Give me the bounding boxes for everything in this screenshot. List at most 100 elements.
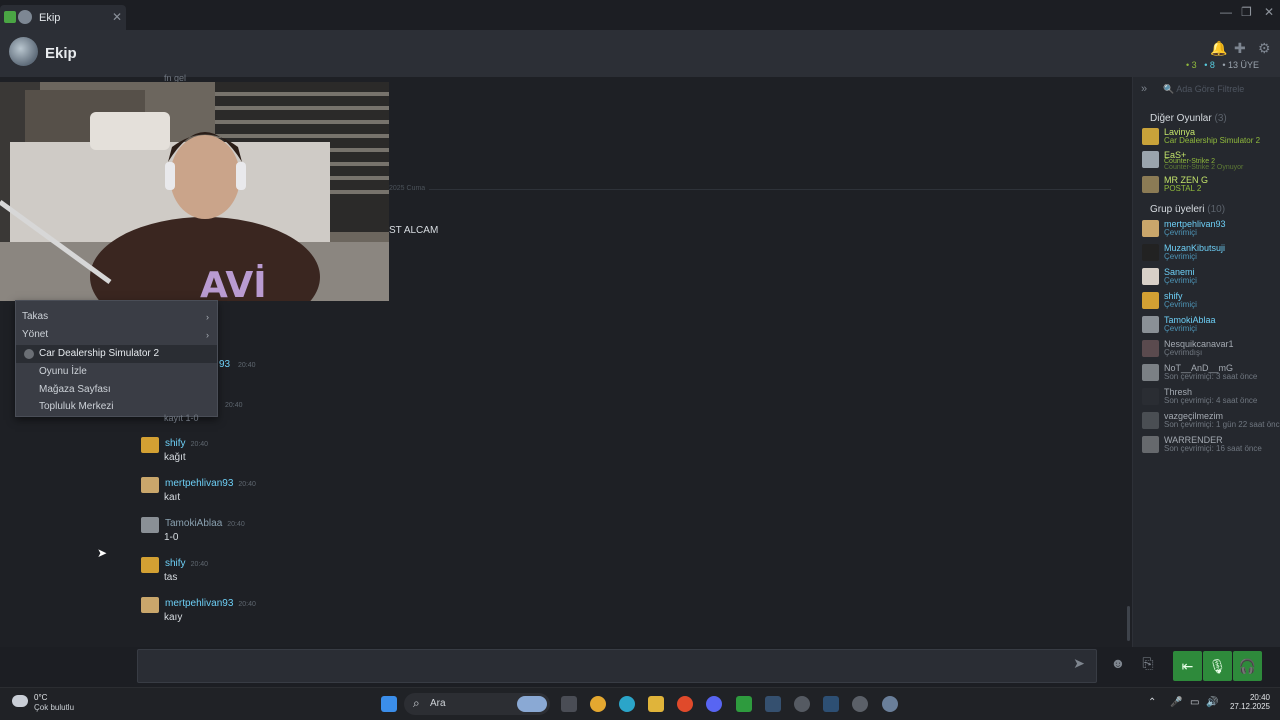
section-group-members[interactable]: Grup üyeleri (10) [1150, 204, 1225, 215]
member-item[interactable]: mertpehlivan93 Çevrimiçi [1140, 219, 1280, 241]
menu-item-game[interactable]: Car Dealership Simulator 2 [16, 345, 217, 363]
microphone-button[interactable]: 🎙 [1203, 651, 1232, 681]
message-input[interactable] [137, 649, 1097, 683]
avatar[interactable] [141, 437, 159, 453]
date-divider: 2025 Cuma [389, 185, 430, 192]
avatar[interactable] [141, 557, 159, 573]
avatar[interactable] [141, 517, 159, 533]
avatar [1142, 176, 1159, 193]
member-item[interactable]: NoT__AnD__mG Son çevrimiçi: 3 saat önce [1140, 363, 1280, 385]
member-item[interactable]: EaS+ Counter-Strike 2 Counter-Strike 2 O… [1140, 150, 1280, 172]
emoji-icon[interactable]: ☻ [1105, 655, 1131, 677]
avatar [1142, 436, 1159, 453]
avatar[interactable] [141, 597, 159, 613]
group-avatar[interactable] [9, 37, 38, 66]
avatar [1142, 292, 1159, 309]
message-author-partial[interactable]: 93 [219, 359, 230, 370]
message-text: kaıt [164, 492, 181, 503]
send-icon[interactable]: ➤ [1066, 655, 1092, 677]
member-item[interactable]: shify Çevrimiçi [1140, 291, 1280, 313]
avatar [1142, 220, 1159, 237]
member-item[interactable]: TamokiAblaa Çevrimiçi [1140, 315, 1280, 337]
opera-icon[interactable] [677, 696, 693, 712]
message-author[interactable]: shify 20:40 [165, 558, 208, 569]
add-friend-icon[interactable]: ✚ [1234, 40, 1246, 57]
group-name[interactable]: Ekip [45, 45, 77, 62]
member-item[interactable]: Nesquikcanavar1 Çevrimdışı [1140, 339, 1280, 361]
window-close-button[interactable]: ✕ [1264, 5, 1274, 19]
message-time: 20:40 [225, 402, 243, 409]
group-avatar-small [18, 10, 32, 24]
avatar [1142, 268, 1159, 285]
search-icon: ⌕ [413, 696, 420, 710]
message-text: 1-0 [164, 532, 179, 543]
message-author[interactable]: mertpehlivan93 20:40 [165, 478, 256, 489]
section-other-games[interactable]: Diğer Oyunlar (3) [1150, 113, 1227, 124]
settings-icon[interactable]: ⚙ [1258, 40, 1271, 57]
menu-item-store[interactable]: Mağaza Sayfası [16, 381, 217, 399]
menu-item-takas[interactable]: Takas › [16, 308, 217, 326]
settings-icon[interactable] [882, 696, 898, 712]
volume-icon[interactable]: 🔊 [1206, 697, 1218, 708]
tray-chevron-icon[interactable]: ⌃ [1148, 697, 1156, 708]
stream-video[interactable]: AVİ [0, 82, 389, 301]
title-bar [0, 0, 1280, 30]
avatar [1142, 388, 1159, 405]
minimize-button[interactable]: — [1220, 5, 1232, 19]
message-author[interactable]: TamokiAblaa 20:40 [165, 518, 245, 529]
member-item[interactable]: MuzanKibutsuji Çevrimiçi [1140, 243, 1280, 265]
message-author[interactable]: shify 20:40 [165, 438, 208, 449]
chrome-icon[interactable] [590, 696, 606, 712]
explorer-icon[interactable] [648, 696, 664, 712]
chat-scrollbar[interactable] [1127, 606, 1130, 641]
collapse-icon[interactable]: » [1141, 83, 1147, 95]
clock[interactable]: 20:40 27.12.2025 [1226, 693, 1270, 711]
menu-item-watch[interactable]: Oyunu İzle [16, 363, 217, 381]
mic-tray-icon[interactable]: 🎤 [1170, 697, 1182, 708]
member-item[interactable]: Sanemi Çevrimiçi [1140, 267, 1280, 289]
taskbar-search[interactable]: ⌕ Ara [404, 693, 550, 715]
discord-icon[interactable] [706, 696, 722, 712]
steam-icon[interactable] [765, 696, 781, 712]
menu-item-yonet[interactable]: Yönet › [16, 326, 217, 344]
member-item[interactable]: Thresh Son çevrimiçi: 4 saat önce [1140, 387, 1280, 409]
mouse-cursor-icon: ➤ [97, 546, 108, 560]
widgets-icon [517, 696, 547, 712]
edge-icon[interactable] [619, 696, 635, 712]
avatar [1142, 340, 1159, 357]
svg-text:AVİ: AVİ [200, 264, 267, 301]
member-filter-input[interactable]: 🔍 Ada Göre Filtrele [1163, 84, 1273, 95]
message-time: 20:40 [238, 362, 256, 369]
avatar [1142, 128, 1159, 145]
message-text: kaıy [164, 612, 183, 623]
leave-voice-button[interactable]: ⇤ [1173, 651, 1202, 681]
windows-icon[interactable] [381, 696, 397, 712]
app-icon[interactable] [852, 696, 868, 712]
online-count: • 8 [1204, 60, 1215, 70]
ingame-count: • 3 [1186, 60, 1197, 70]
avatar [1142, 364, 1159, 381]
member-item[interactable]: vazgeçilmezim Son çevrimiçi: 1 gün 22 saa… [1140, 411, 1280, 433]
network-icon[interactable]: ▭ [1190, 697, 1199, 708]
tab-close-icon[interactable]: ✕ [112, 10, 122, 24]
member-item[interactable]: WARRENDER Son çevrimiçi: 16 saat önce [1140, 435, 1280, 457]
webcam-frame: AVİ [0, 82, 389, 301]
steam-active-icon[interactable] [823, 696, 839, 712]
maximize-button[interactable]: ❐ [1241, 5, 1252, 19]
member-item[interactable]: MR ZEN G POSTAL 2 [1140, 175, 1280, 197]
message-text: kayıt 1-0 [164, 413, 199, 423]
member-item[interactable]: Lavinya Car Dealership Simulator 2 [1140, 127, 1280, 149]
message-author[interactable]: mertpehlivan93 20:40 [165, 598, 256, 609]
attach-icon[interactable]: ⎘ [1135, 655, 1161, 677]
members-count: • 13 ÜYE [1222, 60, 1260, 70]
xbox-icon[interactable] [736, 696, 752, 712]
tab-title: Ekip [39, 12, 61, 24]
voice-icon [4, 11, 16, 23]
headphones-button[interactable]: 🎧 [1233, 651, 1262, 681]
member-counts: • 3 • 8 • 13 ÜYE [1186, 60, 1259, 70]
taskview-icon[interactable] [561, 696, 577, 712]
clock-app-icon[interactable] [794, 696, 810, 712]
bell-icon[interactable]: 🔔 [1210, 40, 1227, 57]
window-tab[interactable]: Ekip ✕ [0, 5, 126, 30]
avatar[interactable] [141, 477, 159, 493]
